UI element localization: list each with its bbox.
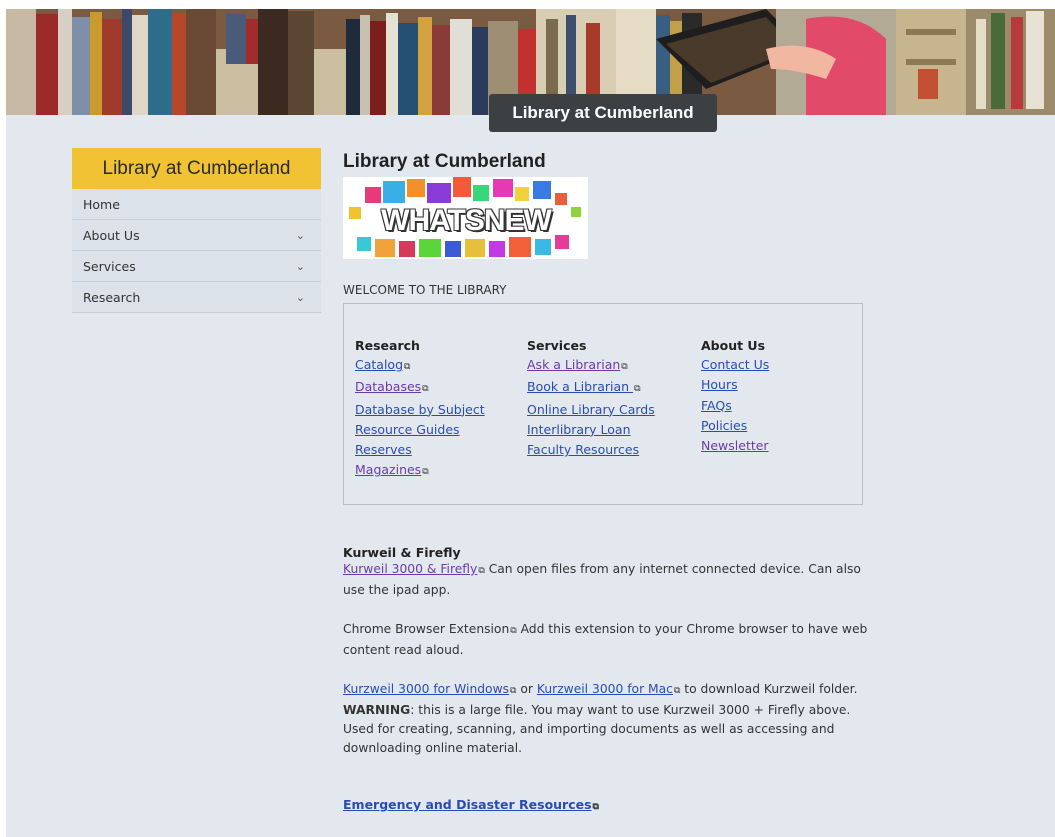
external-link-icon: ⧉	[404, 362, 411, 372]
whatsnew-text: WHATSNEW	[381, 204, 552, 237]
column-heading: Research	[355, 338, 420, 353]
external-link-icon: ⧉	[621, 362, 628, 372]
column-heading: Services	[527, 338, 587, 353]
link-resource-guides[interactable]: Resource Guides	[355, 420, 485, 440]
external-link-icon: ⧉	[422, 467, 429, 478]
link-database-by-subject[interactable]: Database by Subject	[355, 400, 485, 420]
chrome-extension-label[interactable]: Chrome Browser Extension	[343, 622, 509, 636]
chevron-down-icon[interactable]: ⌄	[296, 260, 305, 273]
external-link-icon: ⧉	[592, 802, 599, 812]
link-kurweil-firefly[interactable]: Kurweil 3000 & Firefly	[343, 562, 477, 576]
emergency-section: Emergency and Disaster Resources⧉	[343, 797, 903, 812]
link-catalog[interactable]: Catalog⧉	[355, 355, 485, 377]
link-magazines[interactable]: Magazines⧉	[355, 460, 485, 482]
kurzweil-download-paragraph: Kurzweil 3000 for Windows⧉ or Kurzweil 3…	[343, 682, 858, 755]
link-faculty-resources[interactable]: Faculty Resources	[527, 440, 655, 460]
link-kurzweil-windows[interactable]: Kurzweil 3000 for Windows	[343, 682, 509, 696]
sidebar-item-label: Research	[83, 289, 141, 305]
banner-title: Library at Cumberland	[489, 94, 717, 132]
link-interlibrary-loan[interactable]: Interlibrary Loan	[527, 420, 655, 440]
welcome-heading: WELCOME TO THE LIBRARY	[343, 283, 507, 297]
kurzweil-heading: Kurweil & Firefly	[343, 545, 461, 560]
sidebar-nav: Library at Cumberland Home About Us ⌄ Se…	[72, 148, 321, 313]
page-title: Library at Cumberland	[343, 151, 546, 172]
sidebar-header[interactable]: Library at Cumberland	[72, 148, 321, 189]
sidebar-item-label: Home	[83, 196, 120, 212]
services-column: Services Ask a Librarian⧉ Book a Librari…	[527, 338, 655, 460]
warning-label: WARNING	[343, 703, 411, 717]
sidebar-item-research[interactable]: Research ⌄	[72, 282, 321, 313]
sidebar-item-services[interactable]: Services ⌄	[72, 251, 321, 282]
chevron-down-icon[interactable]: ⌄	[296, 291, 305, 304]
chevron-down-icon[interactable]: ⌄	[296, 229, 305, 242]
chrome-extension-paragraph: Chrome Browser Extension⧉ Add this exten…	[343, 622, 868, 657]
link-hours[interactable]: Hours	[701, 375, 769, 395]
link-online-library-cards[interactable]: Online Library Cards	[527, 400, 655, 420]
link-faqs[interactable]: FAQs	[701, 396, 769, 416]
link-kurzweil-mac[interactable]: Kurzweil 3000 for Mac	[537, 682, 673, 696]
page-frame: Library at Cumberland Library at Cumberl…	[6, 9, 1055, 837]
link-emergency-disaster-resources[interactable]: Emergency and Disaster Resources	[343, 797, 592, 812]
link-policies[interactable]: Policies	[701, 416, 769, 436]
whatsnew-banner-image[interactable]: WHATSNEW	[343, 177, 588, 259]
link-newsletter[interactable]: Newsletter	[701, 436, 769, 456]
sidebar-item-label: About Us	[83, 227, 140, 243]
column-heading: About Us	[701, 338, 766, 353]
link-ask-a-librarian[interactable]: Ask a Librarian⧉	[527, 355, 655, 377]
sidebar-item-label: Services	[83, 258, 136, 274]
link-reserves[interactable]: Reserves	[355, 440, 485, 460]
main-content: Library at Cumberland WHATSNEW WELCOME T…	[343, 151, 903, 812]
kurzweil-paragraph-1: Kurweil 3000 & Firefly⧉ Can open files f…	[343, 562, 861, 597]
sidebar-item-about-us[interactable]: About Us ⌄	[72, 220, 321, 251]
external-link-icon: ⧉	[422, 384, 429, 395]
link-contact-us[interactable]: Contact Us	[701, 355, 769, 375]
external-link-icon: ⧉	[634, 384, 641, 395]
sidebar-item-home[interactable]: Home	[72, 189, 321, 220]
link-databases[interactable]: Databases⧉	[355, 377, 485, 399]
quick-links-box: Research Catalog⧉ Databases⧉ Database by…	[343, 303, 863, 505]
link-book-a-librarian[interactable]: Book a Librarian ⧉	[527, 377, 655, 399]
research-column: Research Catalog⧉ Databases⧉ Database by…	[355, 338, 485, 483]
about-us-column: About Us Contact Us Hours FAQs Policies …	[701, 338, 769, 456]
